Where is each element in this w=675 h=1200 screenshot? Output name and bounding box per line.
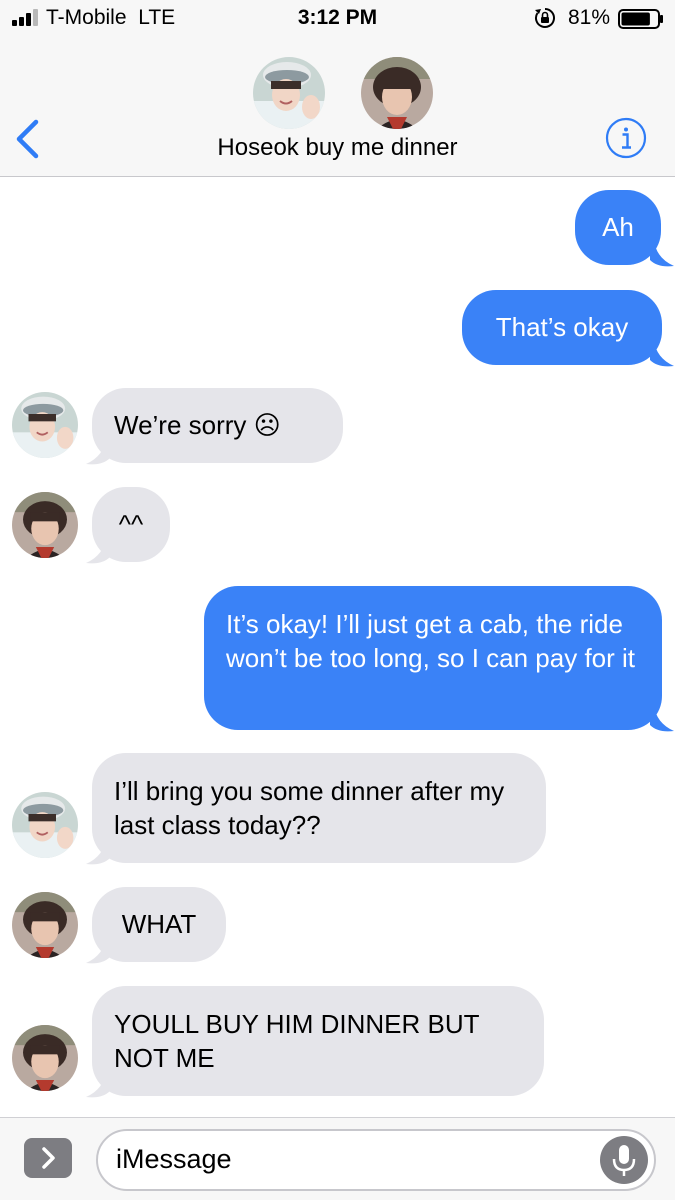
avatar-hoseok-image: [12, 792, 78, 858]
message-text: That’s okay: [495, 312, 629, 342]
received-message[interactable]: YOULL BUY HIM DINNER BUT NOT ME: [92, 986, 544, 1096]
bubble-tail: [650, 705, 674, 732]
bubble-tail: [650, 240, 674, 267]
bubble-tail: [650, 340, 674, 367]
bubble-tail: [86, 838, 110, 865]
message-text: Ah: [602, 212, 634, 242]
avatar-taehyung[interactable]: [12, 492, 78, 558]
avatar-taehyung-image: [12, 892, 78, 958]
avatar-taehyung[interactable]: [361, 57, 433, 129]
received-message[interactable]: WHAT: [92, 887, 226, 962]
avatar-taehyung[interactable]: [12, 1025, 78, 1091]
avatar-hoseok[interactable]: [12, 792, 78, 858]
message-text: I’ll bring you some dinner after my last…: [114, 776, 505, 840]
battery-icon: [618, 9, 663, 29]
conversation-title[interactable]: Hoseok buy me dinner: [0, 134, 675, 162]
avatar-hoseok-image: [12, 392, 78, 458]
message-input-placeholder: iMessage: [116, 1144, 232, 1174]
bubble-tail: [86, 537, 110, 564]
composer-bar: iMessage: [0, 1117, 675, 1200]
message-text: It’s okay! I’ll just get a cab, the ride…: [226, 609, 636, 673]
received-message[interactable]: I’ll bring you some dinner after my last…: [92, 753, 546, 863]
message-text: WHAT: [121, 909, 197, 939]
status-bar: T-Mobile LTE 3:12 PM 81%: [0, 0, 675, 40]
bubble-tail: [86, 937, 110, 964]
message-text: YOULL BUY HIM DINNER BUT NOT ME: [114, 1009, 480, 1073]
message-input[interactable]: iMessage: [96, 1129, 656, 1191]
avatar-taehyung[interactable]: [12, 892, 78, 958]
avatar-taehyung-image: [361, 57, 433, 129]
conversation-header: Hoseok buy me dinner: [0, 40, 675, 177]
battery-percentage: 81%: [568, 6, 611, 29]
info-icon[interactable]: [605, 117, 647, 159]
avatar-hoseok-image: [253, 57, 325, 129]
app-drawer-button[interactable]: [24, 1138, 72, 1178]
received-message[interactable]: We’re sorry ☹: [92, 388, 343, 463]
microphone-icon: [612, 1145, 636, 1176]
avatar-hoseok[interactable]: [12, 392, 78, 458]
sent-message[interactable]: That’s okay: [462, 290, 662, 365]
sent-message[interactable]: Ah: [575, 190, 661, 265]
dictation-button[interactable]: [600, 1136, 648, 1184]
chevron-right-icon: [42, 1147, 55, 1169]
bubble-tail: [86, 438, 110, 465]
avatar-hoseok[interactable]: [253, 57, 325, 129]
message-text: We’re sorry ☹: [114, 410, 281, 440]
avatar-taehyung-image: [12, 1025, 78, 1091]
avatar-taehyung-image: [12, 492, 78, 558]
sent-message[interactable]: It’s okay! I’ll just get a cab, the ride…: [204, 586, 662, 730]
bubble-tail: [86, 1071, 110, 1098]
rotation-lock-icon: [535, 8, 555, 28]
message-text: ^^: [118, 509, 144, 539]
